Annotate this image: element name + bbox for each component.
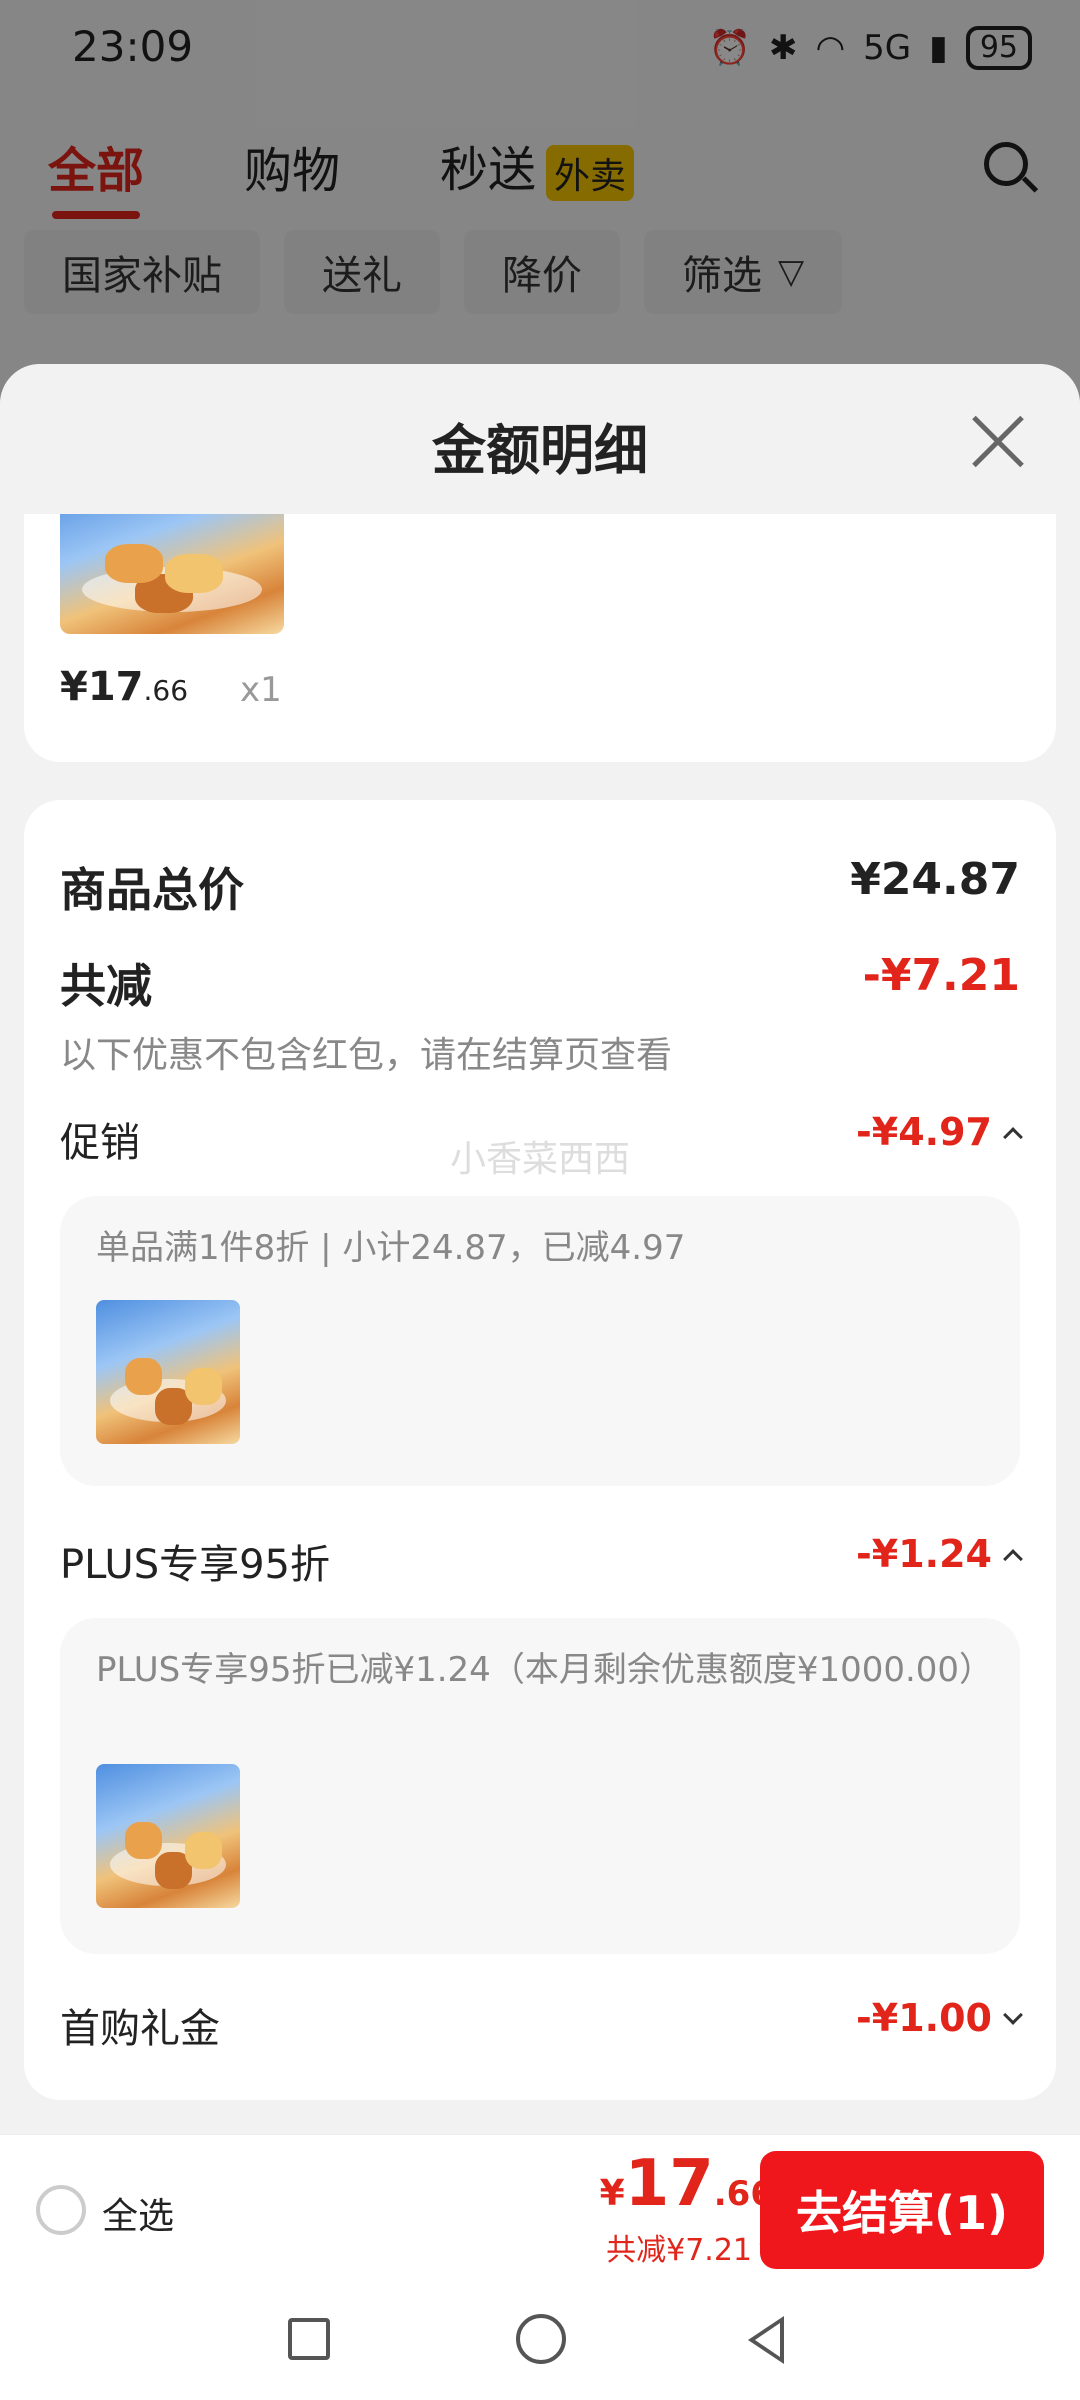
promo-row[interactable]: 促销 -¥4.97: [60, 1110, 1023, 1170]
sheet-title: 金额明细: [432, 419, 648, 482]
item-price: ¥17.66: [60, 664, 188, 710]
plus-detail-box: PLUS专享95折已减¥1.24（本月剩余优惠额度¥1000.00）: [60, 1618, 1020, 1954]
total-int: 17: [624, 2147, 714, 2221]
plus-label: PLUS专享95折: [60, 1542, 330, 1588]
promo-detail-text: 单品满1件8折 | 小计24.87，已减4.97: [96, 1228, 686, 1268]
plus-product-thumbnail[interactable]: [96, 1764, 240, 1908]
select-all-label[interactable]: 全选: [102, 2187, 174, 2239]
discount-label: 共减: [60, 959, 152, 1013]
plus-amount: -¥1.24: [856, 1532, 992, 1576]
item-quantity: x1: [240, 670, 282, 710]
plus-row[interactable]: PLUS专享95折 -¥1.24: [60, 1532, 1023, 1592]
first-purchase-value: -¥1.00: [856, 1996, 1023, 2040]
item-price-int: ¥17: [60, 664, 144, 710]
select-all-radio[interactable]: [36, 2185, 86, 2235]
promo-product-thumbnail[interactable]: [96, 1300, 240, 1444]
saved-text: 共减¥7.21: [606, 2233, 752, 2268]
amount-detail-sheet: 金额明细 ¥17.66 x1 商品总价 ¥24.87 共减 -¥7.21 以下优…: [0, 364, 1080, 2134]
promo-amount: -¥4.97: [856, 1110, 992, 1154]
chevron-up-icon[interactable]: [1003, 1549, 1023, 1569]
app-screen: 23:09 ⏰ ✱ ◠ 5G ▮ 95 全部 购物 秒送 外卖 国家补贴 送礼 降…: [0, 0, 1080, 2400]
checkout-bar: 全选 ¥17.66 共减¥7.21 去结算(1): [0, 2134, 1080, 2284]
discount-row: 共减 -¥7.21 以下优惠不包含红包，请在结算页查看: [60, 950, 1020, 1080]
first-purchase-amount: -¥1.00: [856, 1996, 992, 2040]
chevron-up-icon[interactable]: [1003, 1127, 1023, 1147]
product-thumbnail[interactable]: [60, 514, 284, 634]
promo-label: 促销: [60, 1120, 140, 1166]
plus-detail-text: PLUS专享95折已减¥1.24（本月剩余优惠额度¥1000.00）: [96, 1650, 994, 1690]
total-price: ¥17.66: [600, 2147, 774, 2221]
chevron-down-icon[interactable]: [1003, 2005, 1023, 2025]
recent-apps-icon[interactable]: [288, 2318, 330, 2360]
home-icon[interactable]: [516, 2314, 566, 2364]
item-price-dec: .66: [143, 674, 189, 707]
saved-amount[interactable]: 共减¥7.21: [606, 2225, 777, 2269]
plus-value: -¥1.24: [856, 1532, 1023, 1576]
sheet-header: 金额明细: [0, 364, 1080, 514]
back-icon[interactable]: [748, 2316, 784, 2364]
checkout-button[interactable]: 去结算(1): [760, 2151, 1044, 2269]
first-purchase-label: 首购礼金: [60, 2006, 220, 2052]
price-breakdown-card: 商品总价 ¥24.87 共减 -¥7.21 以下优惠不包含红包，请在结算页查看 …: [24, 800, 1056, 2100]
goods-total-value: ¥24.87: [850, 854, 1020, 905]
total-yen: ¥: [599, 2173, 625, 2214]
item-card: ¥17.66 x1: [24, 514, 1056, 762]
discount-note: 以下优惠不包含红包，请在结算页查看: [60, 1035, 673, 1076]
discount-value: -¥7.21: [862, 950, 1020, 1001]
close-icon[interactable]: [970, 414, 1026, 470]
first-purchase-row[interactable]: 首购礼金 -¥1.00: [60, 1996, 1023, 2056]
promo-detail-box: 单品满1件8折 | 小计24.87，已减4.97: [60, 1196, 1020, 1486]
promo-value: -¥4.97: [856, 1110, 1023, 1154]
system-nav-bar: [0, 2284, 1080, 2400]
goods-total-label: 商品总价: [60, 863, 244, 917]
goods-total-row: 商品总价 ¥24.87: [60, 854, 1020, 917]
